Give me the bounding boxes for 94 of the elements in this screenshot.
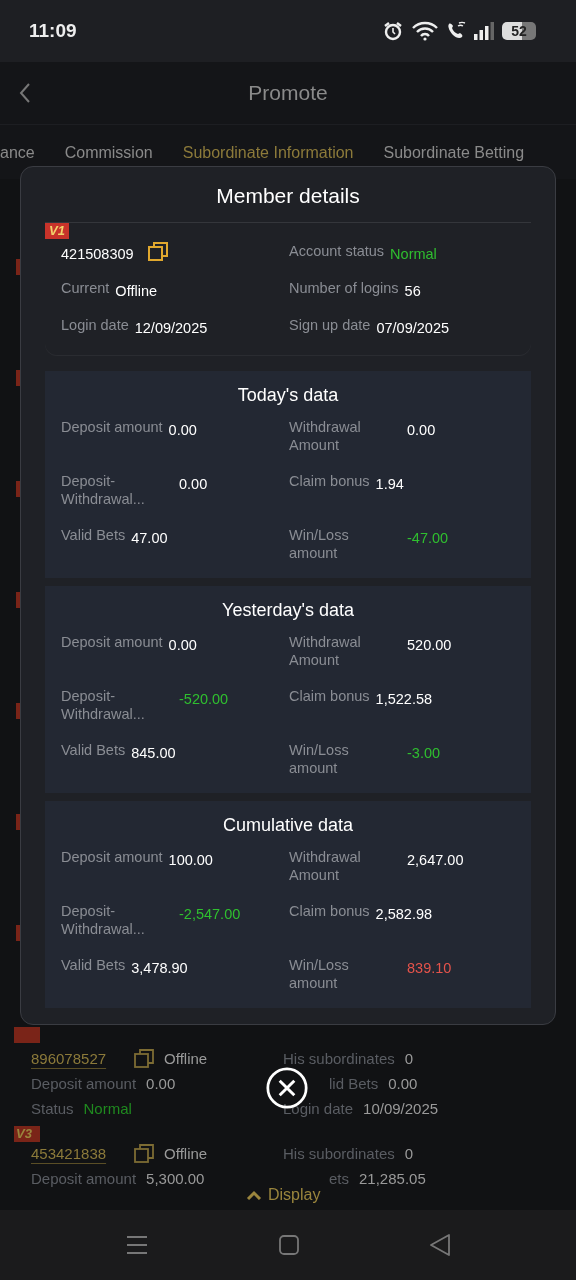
field-label: Valid Bets bbox=[61, 741, 126, 759]
field-label: Claim bonus bbox=[289, 687, 370, 705]
page-title: Promote bbox=[248, 81, 328, 105]
field-value: 3,478.90 bbox=[131, 959, 188, 977]
section-title: Cumulative data bbox=[221, 815, 355, 836]
back-icon[interactable] bbox=[19, 83, 31, 103]
field-label: Win/Loss amount bbox=[289, 956, 350, 992]
field-label: His subordinates bbox=[283, 1145, 395, 1162]
online-status: Offline bbox=[164, 1145, 208, 1162]
field-value: Normal bbox=[390, 245, 437, 263]
tab[interactable]: Subordinate Information bbox=[182, 144, 354, 162]
alarm-icon bbox=[382, 20, 404, 42]
back-icon[interactable] bbox=[430, 1234, 451, 1256]
field-label: Withdrawal Amount bbox=[289, 848, 362, 884]
field-label: Valid Bets bbox=[61, 956, 126, 974]
online-status: Offline bbox=[164, 1050, 208, 1067]
field-label: Withdrawal Amount bbox=[289, 418, 362, 454]
signal-icon bbox=[474, 22, 494, 40]
field-label: Status bbox=[31, 1100, 74, 1117]
wifi-call-icon bbox=[446, 21, 466, 41]
field-label: Login date bbox=[283, 1100, 354, 1117]
field-value: -520.00 bbox=[179, 690, 229, 708]
field-label: Win/Loss amount bbox=[289, 741, 350, 777]
caret-icon bbox=[246, 1190, 262, 1200]
field-value: 12/09/2025 bbox=[134, 319, 208, 337]
field-value: 845.00 bbox=[131, 744, 176, 762]
field-value: -2,547.00 bbox=[179, 905, 241, 923]
field-label: Deposit amount bbox=[31, 1170, 137, 1187]
field-label: Deposit amount bbox=[61, 633, 163, 651]
battery-indicator: 52 bbox=[502, 22, 536, 40]
status-time: 11:09 bbox=[29, 20, 77, 42]
field-label: Deposit-Withdrawal... bbox=[61, 472, 146, 508]
field-value: 0.00 bbox=[388, 1075, 418, 1092]
field-value: -3.00 bbox=[407, 744, 441, 762]
field-label: ets bbox=[329, 1170, 349, 1187]
field-value: 520.00 bbox=[407, 636, 452, 654]
tab[interactable]: Commission bbox=[64, 144, 153, 162]
field-label: Valid Bets bbox=[61, 526, 126, 544]
home-icon[interactable] bbox=[279, 1235, 299, 1255]
field-label: Deposit amount bbox=[61, 418, 163, 436]
field-value: 21,285.05 bbox=[359, 1170, 426, 1187]
field-value: 0.00 bbox=[146, 1075, 176, 1092]
section-title: Today's data bbox=[236, 385, 340, 406]
field-value: -47.00 bbox=[407, 529, 449, 547]
wifi-icon bbox=[412, 21, 438, 41]
dialog-title: Member details bbox=[45, 167, 531, 223]
field-label: Account status bbox=[289, 242, 385, 260]
level-badge: V1 bbox=[45, 223, 69, 239]
field-value: 1.94 bbox=[375, 475, 404, 493]
member-id-link[interactable]: 896078527 bbox=[31, 1050, 107, 1067]
field-label: Number of logins bbox=[289, 279, 399, 297]
field-value: Offline bbox=[115, 282, 157, 300]
field-value: 0.00 bbox=[168, 421, 197, 439]
field-value: 07/09/2025 bbox=[376, 319, 449, 337]
copy-icon[interactable] bbox=[134, 1048, 155, 1069]
field-label: Deposit amount bbox=[61, 848, 163, 866]
copy-icon[interactable] bbox=[147, 242, 168, 262]
field-label: Deposit-Withdrawal... bbox=[61, 902, 146, 938]
field-label: Win/Loss amount bbox=[289, 526, 350, 562]
section-title: Yesterday's data bbox=[221, 600, 355, 621]
field-label: Claim bonus bbox=[289, 472, 370, 490]
member-id: 421508309 bbox=[61, 245, 134, 263]
field-label: Deposit-Withdrawal... bbox=[61, 687, 146, 723]
field-value: 2,647.00 bbox=[407, 851, 464, 869]
field-value: 56 bbox=[404, 282, 421, 300]
level-badge: V3 bbox=[14, 1126, 40, 1142]
field-value: 10/09/2025 bbox=[363, 1100, 439, 1117]
menu-icon[interactable] bbox=[125, 1235, 148, 1255]
display-button[interactable]: Display bbox=[240, 1184, 327, 1206]
field-value: 0.00 bbox=[168, 636, 197, 654]
field-label: Deposit amount bbox=[31, 1075, 137, 1092]
field-value: 5,300.00 bbox=[146, 1170, 205, 1187]
copy-icon[interactable] bbox=[134, 1143, 155, 1164]
field-value: 1,522.58 bbox=[375, 690, 433, 708]
field-value: 0.00 bbox=[407, 421, 436, 439]
level-badge bbox=[14, 1027, 40, 1043]
tab[interactable]: Subordinate Betting bbox=[383, 144, 525, 162]
field-value: 47.00 bbox=[131, 529, 168, 547]
field-label: Sign up date bbox=[289, 316, 371, 334]
field-label: Withdrawal Amount bbox=[289, 633, 362, 669]
field-label: Login date bbox=[61, 316, 129, 334]
field-value: 0.00 bbox=[179, 475, 208, 493]
field-value: 839.10 bbox=[407, 959, 452, 977]
field-value: Normal bbox=[83, 1100, 132, 1117]
field-label: His subordinates bbox=[283, 1050, 395, 1067]
member-id-link[interactable]: 453421838 bbox=[31, 1145, 107, 1162]
field-label: Current bbox=[61, 279, 110, 297]
field-value: 100.00 bbox=[168, 851, 213, 869]
field-value: 0 bbox=[404, 1145, 414, 1162]
field-label: lid Bets bbox=[329, 1075, 379, 1092]
field-label: Claim bonus bbox=[289, 902, 370, 920]
field-value: 2,582.98 bbox=[375, 905, 433, 923]
tab[interactable]: ance bbox=[0, 144, 35, 162]
field-value: 0 bbox=[404, 1050, 414, 1067]
